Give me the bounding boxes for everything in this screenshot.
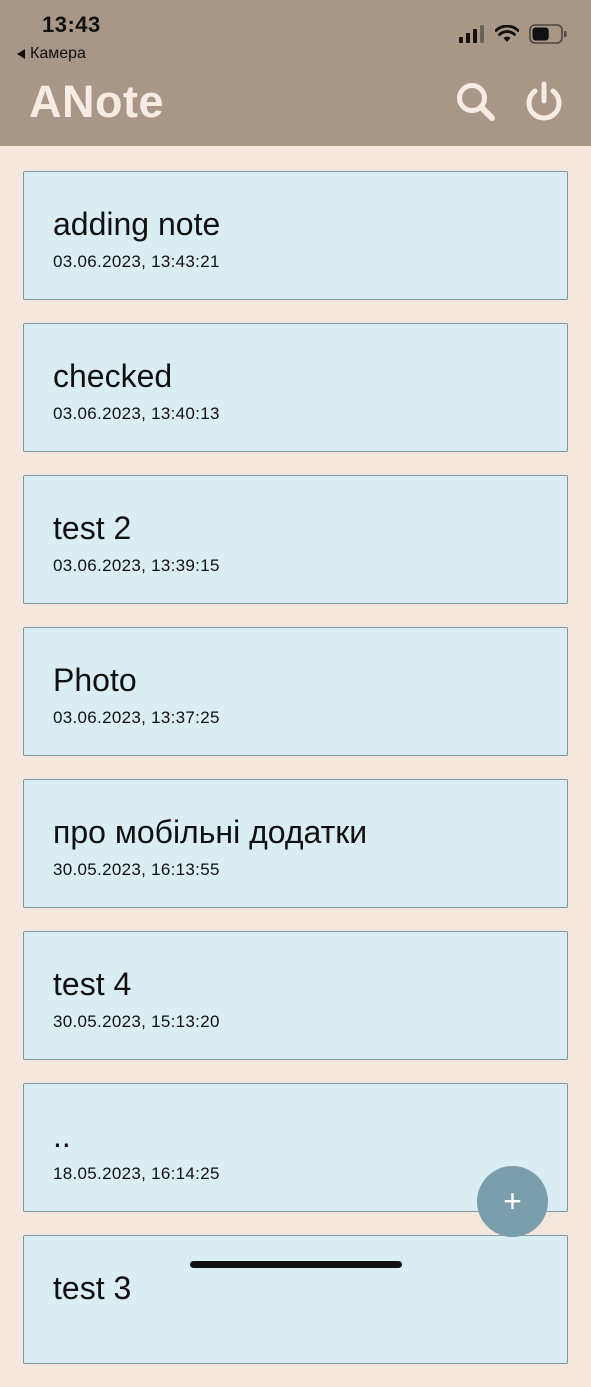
- note-card[interactable]: про мобільні додатки 30.05.2023, 16:13:5…: [23, 779, 568, 908]
- search-button[interactable]: [454, 80, 498, 124]
- note-title: ..: [53, 1118, 71, 1154]
- note-title: adding note: [53, 206, 221, 242]
- status-time: 13:43: [42, 12, 101, 37]
- back-to-camera-link[interactable]: Камера: [17, 45, 86, 63]
- note-card[interactable]: checked 03.06.2023, 13:40:13: [23, 323, 568, 452]
- note-date: 03.06.2023, 13:43:21: [53, 252, 220, 271]
- app-title: ANote: [29, 76, 164, 127]
- plus-icon: +: [503, 1183, 522, 1219]
- note-card[interactable]: adding note 03.06.2023, 13:43:21: [23, 171, 568, 300]
- power-icon: [526, 81, 562, 121]
- note-title: Photo: [53, 662, 137, 698]
- note-date: 30.05.2023, 16:13:55: [53, 860, 220, 879]
- note-date: 03.06.2023, 13:39:15: [53, 556, 220, 575]
- back-link-label: Камера: [30, 45, 86, 62]
- note-date: 18.05.2023, 16:14:25: [53, 1164, 220, 1183]
- wifi-icon: [495, 25, 519, 42]
- search-icon: [457, 83, 495, 121]
- note-card[interactable]: test 3: [23, 1235, 568, 1364]
- add-note-button[interactable]: +: [477, 1166, 548, 1237]
- back-arrow-icon: [17, 49, 25, 59]
- note-date: 03.06.2023, 13:37:25: [53, 708, 220, 727]
- note-title: test 3: [53, 1270, 132, 1306]
- note-card[interactable]: test 4 30.05.2023, 15:13:20: [23, 931, 568, 1060]
- battery-icon: [529, 24, 567, 44]
- note-card[interactable]: Photo 03.06.2023, 13:37:25: [23, 627, 568, 756]
- status-icons: [459, 24, 567, 44]
- note-title: checked: [53, 358, 173, 394]
- app-header: 13:43 Камера ANote: [0, 0, 591, 146]
- logout-button[interactable]: [522, 80, 566, 124]
- note-title: test 4: [53, 966, 132, 1002]
- home-indicator: [190, 1261, 402, 1268]
- note-card[interactable]: test 2 03.06.2023, 13:39:15: [23, 475, 568, 604]
- signal-icon: [459, 25, 484, 43]
- note-date: 03.06.2023, 13:40:13: [53, 404, 220, 423]
- note-date: 30.05.2023, 15:13:20: [53, 1012, 220, 1031]
- note-title: про мобільні додатки: [53, 814, 368, 850]
- note-title: test 2: [53, 510, 132, 546]
